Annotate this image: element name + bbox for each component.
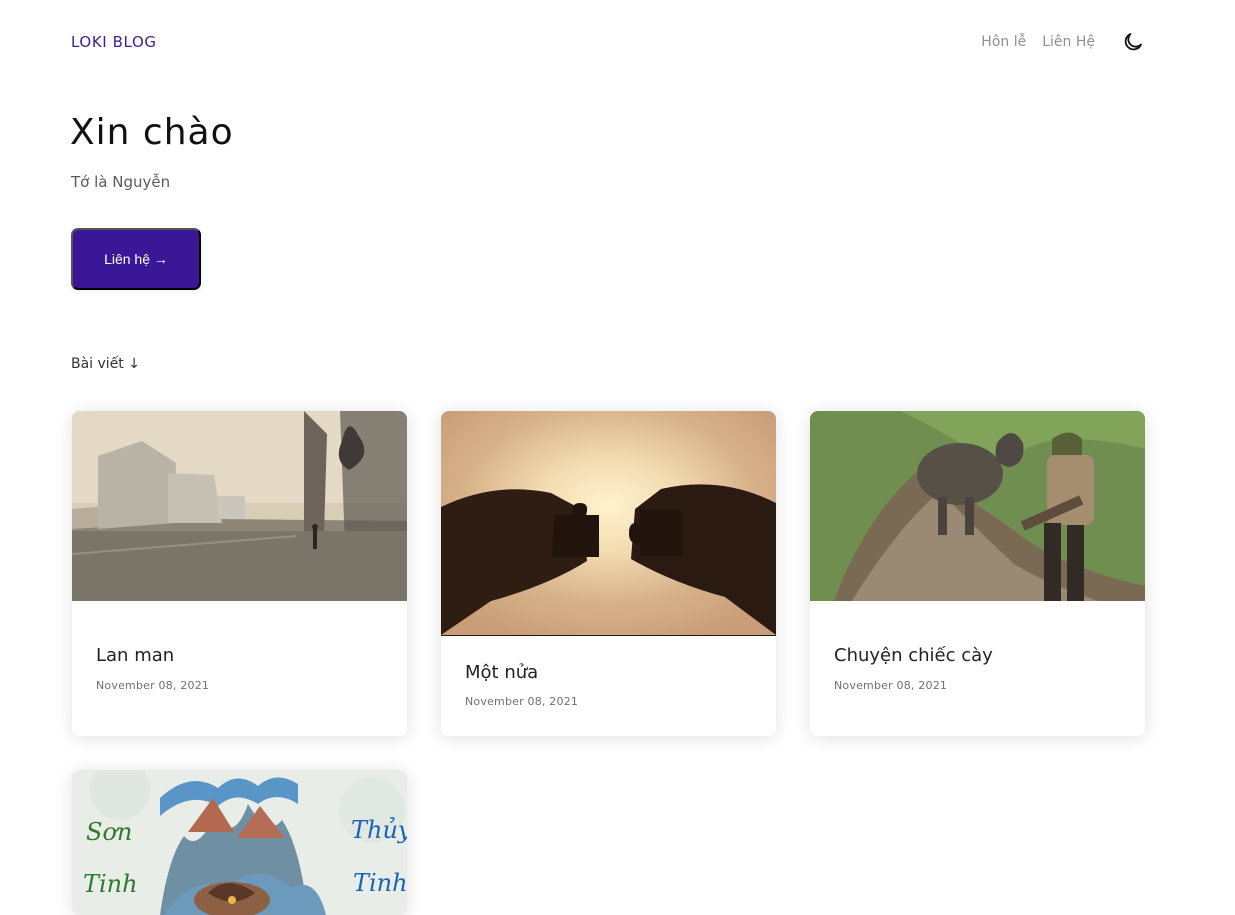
nav-link-hon-le[interactable]: Hôn lễ (981, 34, 1026, 50)
svg-text:Tinh: Tinh (83, 870, 138, 898)
post-card[interactable]: Sơn Tinh Thủy Tinh (72, 770, 407, 915)
post-date: November 08, 2021 (834, 679, 948, 692)
post-thumbnail-plough[interactable] (810, 411, 1145, 601)
post-card[interactable]: Lan man November 08, 2021 (72, 411, 407, 736)
post-card[interactable]: Một nửa November 08, 2021 (441, 411, 776, 736)
post-title[interactable]: Lan man (96, 645, 174, 666)
post-date: November 08, 2021 (96, 679, 210, 692)
post-title[interactable]: Chuyện chiếc cày (834, 645, 993, 666)
theme-toggle-button[interactable] (1121, 30, 1145, 54)
hero-title: Xin chào (70, 112, 234, 153)
svg-text:Tinh: Tinh (353, 869, 407, 897)
svg-text:Sơn: Sơn (86, 818, 132, 846)
svg-text:Thủy: Thủy (351, 816, 407, 844)
posts-section-label: Bài viết ↓ (71, 356, 140, 372)
post-date: November 08, 2021 (465, 695, 579, 708)
post-thumbnail-street[interactable] (72, 411, 407, 601)
site-brand[interactable]: LOKI BLOG (71, 33, 157, 51)
post-thumbnail-puzzle[interactable] (441, 411, 776, 636)
post-title[interactable]: Một nửa (465, 662, 538, 683)
post-card[interactable]: Chuyện chiếc cày November 08, 2021 (810, 411, 1145, 736)
top-navigation: LOKI BLOG Hôn lễ Liên Hệ (0, 0, 1235, 86)
main-nav: Hôn lễ Liên Hệ (981, 34, 1095, 50)
contact-cta-button[interactable]: Liên hệ → (71, 228, 201, 290)
moon-icon (1124, 33, 1142, 51)
post-thumbnail-son-tinh-thuy-tinh[interactable]: Sơn Tinh Thủy Tinh (72, 770, 407, 915)
hero-subtitle: Tớ là Nguyễn (71, 173, 171, 191)
nav-link-lien-he[interactable]: Liên Hệ (1042, 34, 1095, 50)
